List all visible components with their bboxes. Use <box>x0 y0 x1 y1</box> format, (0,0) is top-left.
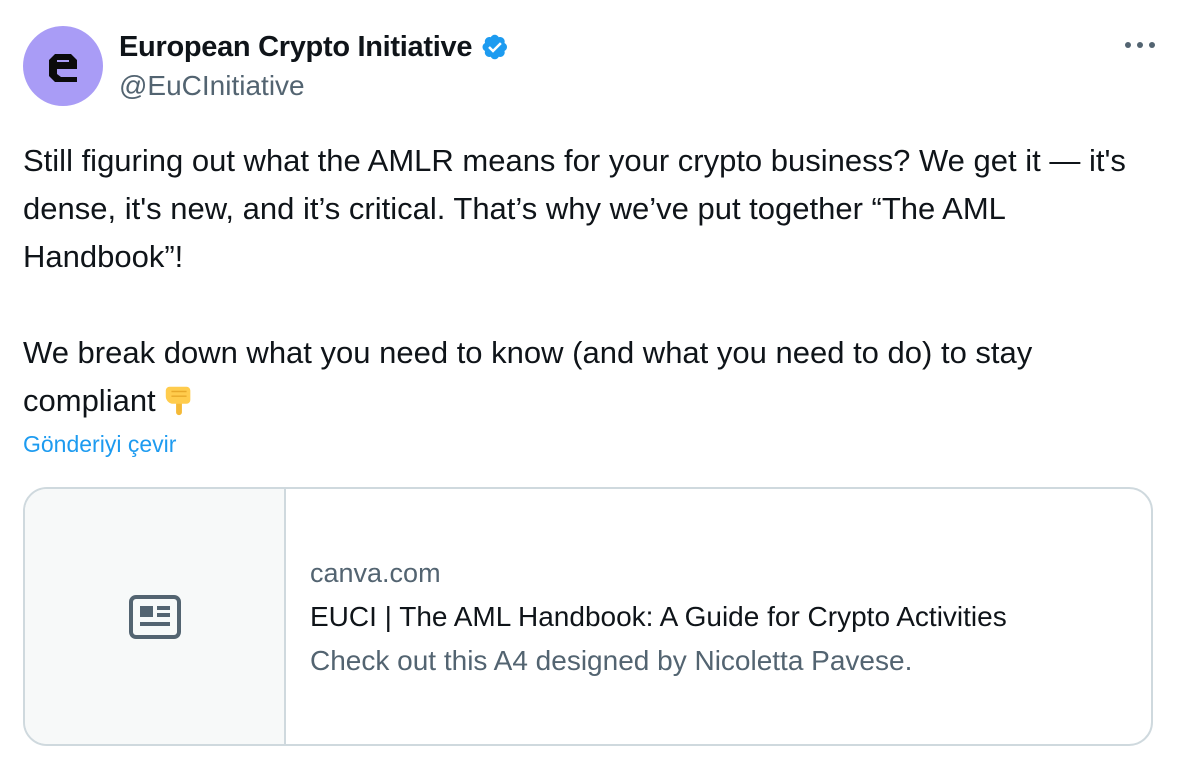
author-name-row: European Crypto Initiative <box>119 30 510 64</box>
verified-badge-icon <box>482 34 508 60</box>
link-card-domain: canva.com <box>310 557 441 588</box>
article-icon <box>128 594 181 639</box>
author-handle[interactable]: @EuCInitiative <box>119 70 305 102</box>
avatar[interactable] <box>23 26 103 106</box>
link-card-info: canva.com EUCI | The AML Handbook: A Gui… <box>286 489 1151 744</box>
tweet-paragraph-1: Still figuring out what the AMLR means f… <box>23 143 1126 274</box>
tweet: European Crypto Initiative @EuCInitiativ… <box>0 0 1186 776</box>
translate-post-link[interactable]: Gönderiyi çevir <box>23 431 176 458</box>
link-card-title[interactable]: EUCI | The AML Handbook: A Guide for Cry… <box>310 595 1151 639</box>
tweet-text: Still figuring out what the AMLR means f… <box>23 137 1153 425</box>
display-name[interactable]: European Crypto Initiative <box>119 31 472 64</box>
link-preview-card[interactable]: canva.com EUCI | The AML Handbook: A Gui… <box>23 487 1153 746</box>
tweet-paragraph-2: We break down what you need to know (and… <box>23 329 1153 425</box>
euci-logo-icon <box>49 54 77 82</box>
link-card-description: Check out this A4 designed by Nicoletta … <box>310 644 913 676</box>
more-options-button[interactable] <box>1120 30 1160 60</box>
more-dots-icon <box>1125 42 1155 48</box>
pointing-down-emoji-icon <box>165 386 191 416</box>
link-card-media <box>25 489 286 744</box>
